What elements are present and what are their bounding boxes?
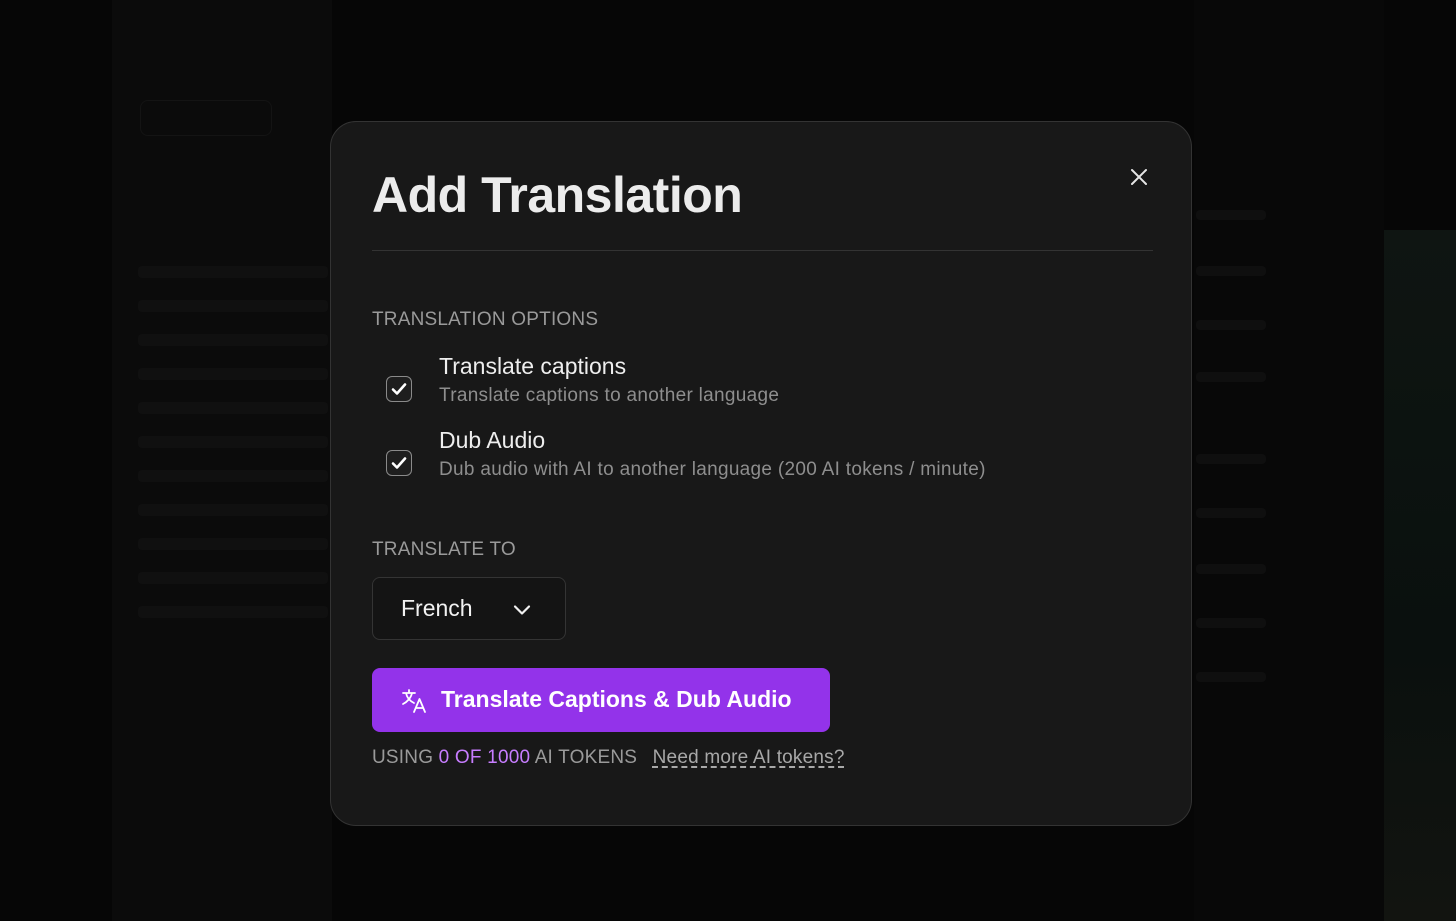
selected-language: French [401,595,473,621]
translate-to-label: TRANSLATE TO [372,539,516,560]
background-side-line [1196,372,1266,382]
background-chip [140,100,272,136]
token-usage: USING 0 OF 1000 AI TOKENS Need more AI t… [372,747,845,769]
background-side-line [1196,564,1266,574]
background-side-line [1196,508,1266,518]
background-side-line [1196,210,1266,220]
option-title: Dub Audio [439,427,546,453]
usage-suffix: AI TOKENS [534,747,638,768]
usage-count: 0 OF 1000 [438,747,531,768]
background-text-line [138,368,328,380]
background-media-preview [1384,230,1456,921]
background-side-line [1196,266,1266,276]
translation-options-label: TRANSLATION OPTIONS [372,309,599,330]
dub-audio-checkbox[interactable] [386,450,412,476]
option-dub-audio[interactable]: Dub Audio Dub audio with AI to another l… [372,427,1153,501]
background-text-line [138,334,328,346]
button-label: Translate Captions & Dub Audio [441,686,792,712]
option-description: Translate captions to another language [439,385,780,406]
option-translate-captions[interactable]: Translate captions Translate captions to… [372,353,1153,427]
checkmark-icon [391,457,407,469]
background-text-line [138,572,328,584]
background-text-line [138,538,328,550]
title-divider [372,250,1153,251]
background-side-line [1196,454,1266,464]
background-text-line [138,606,328,618]
close-icon [1131,169,1147,185]
translate-icon [402,689,426,713]
dialog-title: Add Translation [372,167,743,223]
background-text-line [138,504,328,516]
translate-captions-checkbox[interactable] [386,376,412,402]
add-translation-dialog: Add Translation TRANSLATION OPTIONS Tran… [330,121,1192,826]
language-select[interactable]: French [372,577,566,640]
need-more-tokens-link[interactable]: Need more AI tokens? [653,747,845,768]
background-side-line [1196,672,1266,682]
background-side-line [1196,320,1266,330]
background-left-panel [112,0,332,921]
option-description: Dub audio with AI to another language (2… [439,459,986,480]
usage-prefix: USING [372,747,434,768]
background-text-line [138,470,328,482]
checkmark-icon [391,383,407,395]
background-text-line [138,402,328,414]
background-text-line [138,300,328,312]
translate-captions-dub-audio-button[interactable]: Translate Captions & Dub Audio [372,668,830,732]
background-text-line [138,266,328,278]
close-button[interactable] [1125,163,1153,191]
background-side-line [1196,618,1266,628]
chevron-down-icon [513,605,531,615]
background-text-line [138,436,328,448]
option-title: Translate captions [439,353,627,379]
